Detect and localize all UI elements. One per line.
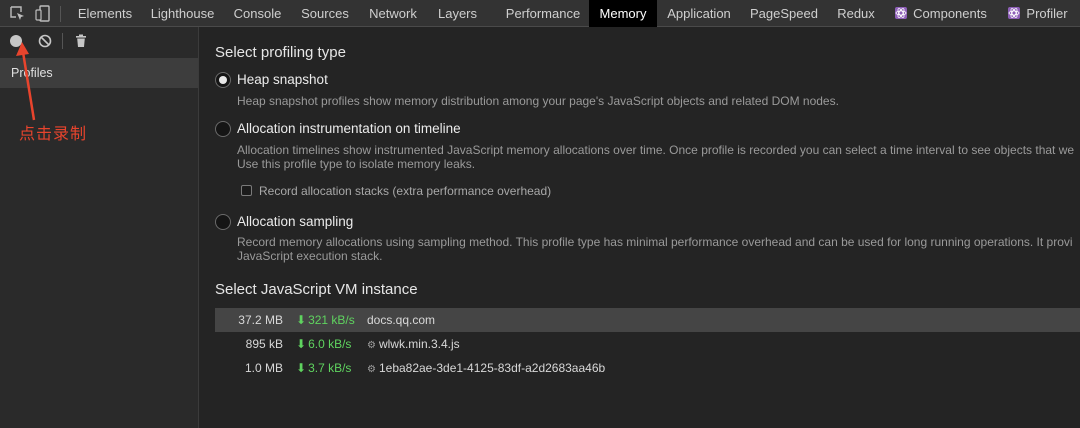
vm-alloc-rate-value: 321 kB/s bbox=[308, 313, 355, 327]
allocation-timeline-label[interactable]: Allocation instrumentation on timeline bbox=[237, 121, 461, 136]
vm-instance-list: 37.2 MB ⬇ 321 kB/s docs.qq.com 895 kB ⬇ 6.… bbox=[215, 308, 1080, 380]
react-icon bbox=[895, 7, 908, 19]
tab-application[interactable]: Application bbox=[657, 0, 741, 27]
tab-redux[interactable]: Redux bbox=[827, 0, 885, 27]
heap-snapshot-radio[interactable] bbox=[215, 72, 231, 88]
arrow-down-icon: ⬇ bbox=[296, 313, 307, 327]
profiling-type-heading: Select profiling type bbox=[215, 44, 346, 61]
devtools-tab-bar: Elements Lighthouse Console Sources Netw… bbox=[0, 0, 1080, 27]
allocation-timeline-description-2: Use this profile type to isolate memory … bbox=[237, 157, 476, 171]
annotation-text: 点击录制 bbox=[19, 124, 88, 143]
vm-alloc-rate: ⬇ 6.0 kB/s bbox=[296, 332, 351, 356]
tab-components[interactable]: Components bbox=[890, 0, 992, 27]
vm-instance-name: ⚙ 1eba82ae-3de1-4125-83df-a2d2683aa46b bbox=[367, 356, 605, 382]
tab-network[interactable]: Network bbox=[359, 0, 427, 27]
vm-instance-name-text: wlwk.min.3.4.js bbox=[378, 337, 460, 351]
heap-snapshot-description: Heap snapshot profiles show memory distr… bbox=[237, 94, 839, 108]
vm-instance-row[interactable]: 37.2 MB ⬇ 321 kB/s docs.qq.com bbox=[215, 308, 1080, 332]
vm-instance-row[interactable]: 895 kB ⬇ 6.0 kB/s ⚙ wlwk.min.3.4.js bbox=[215, 332, 1080, 356]
tab-sources[interactable]: Sources bbox=[291, 0, 359, 27]
vm-instance-row[interactable]: 1.0 MB ⬇ 3.7 kB/s ⚙ 1eba82ae-3de1-4125-83d… bbox=[215, 356, 1080, 380]
vm-instance-heading: Select JavaScript VM instance bbox=[215, 281, 418, 298]
sidebar-toolbar-divider bbox=[62, 33, 63, 49]
tab-components-label: Components bbox=[913, 6, 987, 21]
allocation-sampling-label[interactable]: Allocation sampling bbox=[237, 214, 353, 229]
tab-profiler[interactable]: Profiler bbox=[1000, 0, 1076, 27]
tab-elements[interactable]: Elements bbox=[69, 0, 141, 27]
allocation-sampling-description: Record memory allocations using sampling… bbox=[237, 235, 1073, 249]
allocation-timeline-description: Allocation timelines show instrumented J… bbox=[237, 143, 1075, 157]
allocation-sampling-description-2: JavaScript execution stack. bbox=[237, 249, 383, 263]
trash-icon[interactable] bbox=[73, 33, 89, 49]
tab-profiler-label: Profiler bbox=[1026, 6, 1068, 21]
vm-instance-name: docs.qq.com bbox=[367, 313, 436, 327]
record-stacks-checkbox[interactable] bbox=[241, 185, 252, 196]
arrow-down-icon: ⬇ bbox=[296, 361, 307, 375]
tab-pagespeed[interactable]: PageSpeed bbox=[741, 0, 827, 27]
tab-memory[interactable]: Memory bbox=[589, 0, 657, 27]
tab-console[interactable]: Console bbox=[224, 0, 291, 27]
gear-icon: ⚙ bbox=[367, 364, 376, 375]
memory-panel: Select profiling type Heap snapshot Heap… bbox=[200, 28, 1080, 428]
react-icon bbox=[1008, 7, 1021, 19]
vm-alloc-rate-value: 3.7 kB/s bbox=[308, 361, 352, 375]
heap-snapshot-label[interactable]: Heap snapshot bbox=[237, 72, 328, 87]
vm-alloc-rate: ⬇ 3.7 kB/s bbox=[296, 356, 351, 380]
tab-layers[interactable]: Layers bbox=[427, 0, 488, 27]
vm-instance-name: ⚙ wlwk.min.3.4.js bbox=[367, 332, 460, 358]
vm-heap-size: 1.0 MB bbox=[244, 361, 283, 375]
allocation-sampling-radio[interactable] bbox=[215, 214, 231, 230]
vm-alloc-rate: ⬇ 321 kB/s bbox=[296, 308, 355, 332]
annotation-arrow bbox=[16, 42, 36, 121]
device-toggle-icon[interactable] bbox=[34, 5, 52, 22]
vm-heap-size: 895 kB bbox=[245, 337, 283, 351]
allocation-timeline-radio[interactable] bbox=[215, 121, 231, 137]
inspect-element-icon[interactable] bbox=[9, 5, 27, 22]
gear-icon: ⚙ bbox=[367, 340, 376, 351]
tab-performance[interactable]: Performance bbox=[497, 0, 589, 27]
vm-heap-size: 37.2 MB bbox=[238, 313, 283, 327]
vm-alloc-rate-value: 6.0 kB/s bbox=[308, 337, 352, 351]
vm-instance-name-text: 1eba82ae-3de1-4125-83df-a2d2683aa46b bbox=[378, 361, 606, 375]
toolbar-divider bbox=[60, 6, 61, 22]
record-stacks-label[interactable]: Record allocation stacks (extra performa… bbox=[259, 184, 551, 198]
arrow-down-icon: ⬇ bbox=[296, 337, 307, 351]
tab-lighthouse[interactable]: Lighthouse bbox=[141, 0, 224, 27]
